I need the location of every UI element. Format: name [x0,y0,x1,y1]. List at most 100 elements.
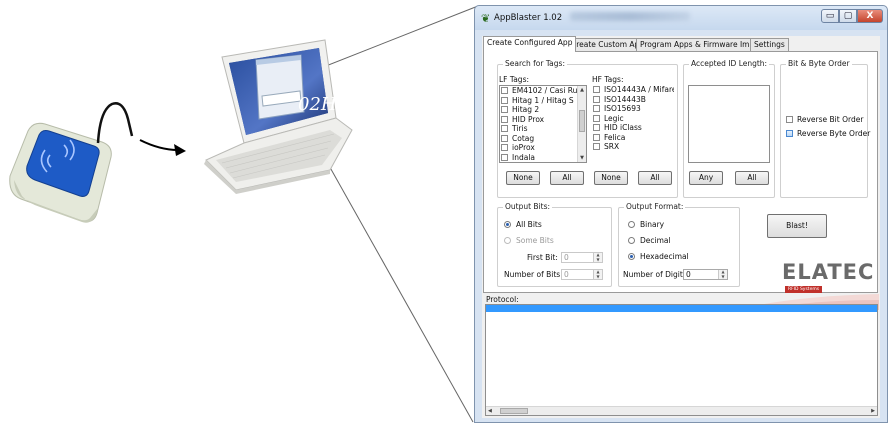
list-item[interactable]: SRX [592,142,674,152]
checkbox[interactable] [501,125,508,133]
scroll-thumb[interactable] [579,110,585,132]
checkbox[interactable] [786,116,793,124]
scroll-thumb[interactable] [500,408,528,414]
hf-tags-label: HF Tags: [592,75,624,84]
lf-tags-list[interactable]: EM4102 / Casi Ru Hitag 1 / Hitag S Hitag… [499,85,587,163]
lf-tags-label: LF Tags: [499,75,530,84]
list-item[interactable]: Legic [592,114,674,124]
lf-all-button[interactable]: All [550,171,584,185]
bit-byte-order-label: Bit & Byte Order [786,59,852,68]
list-item[interactable]: ISO14443B [592,95,674,105]
number-of-bits-label: Number of Bits: [504,270,563,279]
list-item[interactable]: Hitag 1 / Hitag S [500,96,586,106]
list-item[interactable]: HID iClass [592,123,674,133]
checkbox[interactable] [501,96,508,104]
first-bit-label: First Bit: [527,253,558,262]
laptop-screen-window [255,54,305,120]
list-item[interactable]: Tiris [500,124,586,134]
checkbox[interactable] [593,133,600,141]
id-length-list[interactable] [688,85,770,163]
checkbox[interactable] [593,86,600,94]
any-button[interactable]: Any [689,171,723,185]
binary-label: Binary [640,220,665,229]
minimize-button[interactable]: ▭ [821,9,839,23]
tab-settings[interactable]: Settings [750,38,789,51]
list-item[interactable]: ISO15693 [592,104,674,114]
scroll-up-icon[interactable]: ▲ [578,87,586,93]
stepper-arrows-icon[interactable]: ▲ ▼ [593,252,602,262]
stepper-arrows-icon[interactable]: ▲ ▼ [718,269,727,279]
tab-panel: Search for Tags: LF Tags: HF Tags: EM410… [483,51,879,310]
id-length-all-button[interactable]: All [735,171,769,185]
accepted-id-length-group: Accepted ID Length: Any All [683,59,775,198]
hf-tags-list[interactable]: ISO14443A / Mifare ISO14443B ISO15693 Le… [592,85,674,163]
checkbox[interactable] [501,153,508,161]
protocol-selected-row[interactable] [486,305,877,312]
output-format-label: Output Format: [624,202,686,211]
close-button[interactable]: X [857,9,883,23]
list-item[interactable]: Cotag [500,134,586,144]
number-of-bits-stepper[interactable]: 0 ▲ ▼ [561,269,603,280]
list-item[interactable]: HID Prox [500,115,586,125]
curved-arrow-icon [139,139,179,151]
binary-radio[interactable] [628,221,635,228]
elatec-logo-tagline: RFID Systems [785,286,823,293]
checkbox[interactable] [593,124,600,132]
some-bits-label: Some Bits [516,236,554,245]
hf-all-button[interactable]: All [638,171,672,185]
stepper-arrows-icon[interactable]: ▲ ▼ [593,269,602,279]
output-format-group: Output Format: Binary Decimal Hexadecima… [618,202,740,287]
checkbox[interactable] [501,87,508,95]
checkbox[interactable] [786,130,793,138]
app-window: ❦ AppBlaster 1.02 ▭ ▢ X Create Configure… [474,5,888,423]
accepted-id-length-label: Accepted ID Length: [689,59,770,68]
checkbox[interactable] [593,105,600,113]
scroll-left-icon[interactable]: ◀ [488,408,492,414]
checkbox[interactable] [593,114,600,122]
hexadecimal-radio[interactable] [628,253,635,260]
protocol-log[interactable]: ◀ ▶ [485,304,878,416]
number-of-digits-stepper[interactable]: 0 ▲ ▼ [683,269,728,280]
window-client: Create Configured App Create Custom App … [482,36,880,418]
elatec-logo: ELATEC [782,260,875,284]
all-bits-radio[interactable] [504,221,511,228]
checkbox[interactable] [593,95,600,103]
scroll-down-icon[interactable]: ▼ [578,155,586,161]
search-tags-group: Search for Tags: LF Tags: HF Tags: EM410… [497,59,678,198]
hexadecimal-label: Hexadecimal [640,252,689,261]
maximize-button[interactable]: ▢ [839,9,857,23]
hf-none-button[interactable]: None [594,171,628,185]
lf-none-button[interactable]: None [506,171,540,185]
protocol-hscrollbar[interactable]: ◀ ▶ [486,406,877,415]
checkbox[interactable] [501,106,508,114]
scroll-right-icon[interactable]: ▶ [871,408,875,414]
all-bits-label: All Bits [516,220,542,229]
lf-list-scrollbar[interactable]: ▲ ▼ [577,86,586,162]
list-item[interactable]: ioProx [500,143,586,153]
decimal-label: Decimal [640,236,671,245]
reverse-byte-order-option[interactable]: Reverse Byte Order [785,129,870,139]
list-item[interactable]: Felica [592,133,674,143]
checkbox[interactable] [593,143,600,151]
first-bit-stepper[interactable]: 0 ▲ ▼ [561,252,603,263]
checkbox[interactable] [501,144,508,152]
blast-button[interactable]: Blast! [767,214,827,238]
laptop-screen-text: 02H [298,94,337,115]
reverse-bit-order-option[interactable]: Reverse Bit Order [785,115,863,125]
list-item[interactable]: ISO14443A / Mifare [592,85,674,95]
output-bits-group: Output Bits: All Bits Some Bits First Bi… [497,202,612,287]
checkbox[interactable] [501,134,508,142]
title-bar[interactable]: ❦ AppBlaster 1.02 ▭ ▢ X [475,6,887,30]
app-leaf-icon: ❦ [481,12,491,25]
output-bits-label: Output Bits: [503,202,553,211]
some-bits-radio[interactable] [504,237,511,244]
checkbox[interactable] [501,115,508,123]
list-item[interactable]: EM4102 / Casi Ru [500,86,586,96]
number-of-digits-label: Number of Digits: [623,270,690,279]
search-tags-label: Search for Tags: [503,59,567,68]
list-item[interactable]: Indala [500,153,586,163]
decimal-radio[interactable] [628,237,635,244]
bit-byte-order-group: Bit & Byte Order Reverse Bit Order Rever… [780,59,870,198]
list-item[interactable]: Hitag 2 [500,105,586,115]
tab-create-configured-app[interactable]: Create Configured App [483,36,577,52]
